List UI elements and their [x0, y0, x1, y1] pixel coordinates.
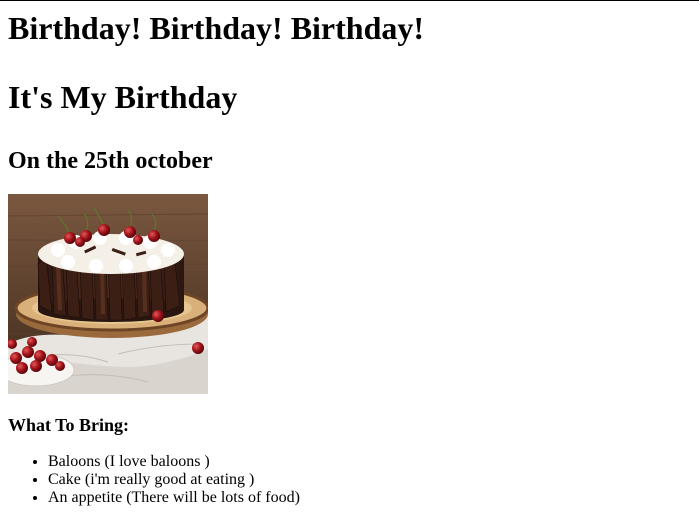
cake-image	[8, 194, 208, 394]
bring-list: Baloons (I love baloons ) Cake (i'm real…	[8, 453, 300, 507]
what-to-bring-heading: What To Bring:	[8, 415, 130, 435]
page-title: Birthday! Birthday! Birthday!	[8, 10, 425, 46]
list-item: Cake (i'm really good at eating )	[48, 471, 300, 489]
top-border	[0, 0, 699, 1]
list-item: An appetite (There will be lots of food)	[48, 489, 300, 507]
subtitle-heading: It's My Birthday	[8, 79, 238, 115]
date-heading: On the 25th october	[8, 148, 213, 174]
list-item: Baloons (I love baloons )	[48, 453, 300, 471]
